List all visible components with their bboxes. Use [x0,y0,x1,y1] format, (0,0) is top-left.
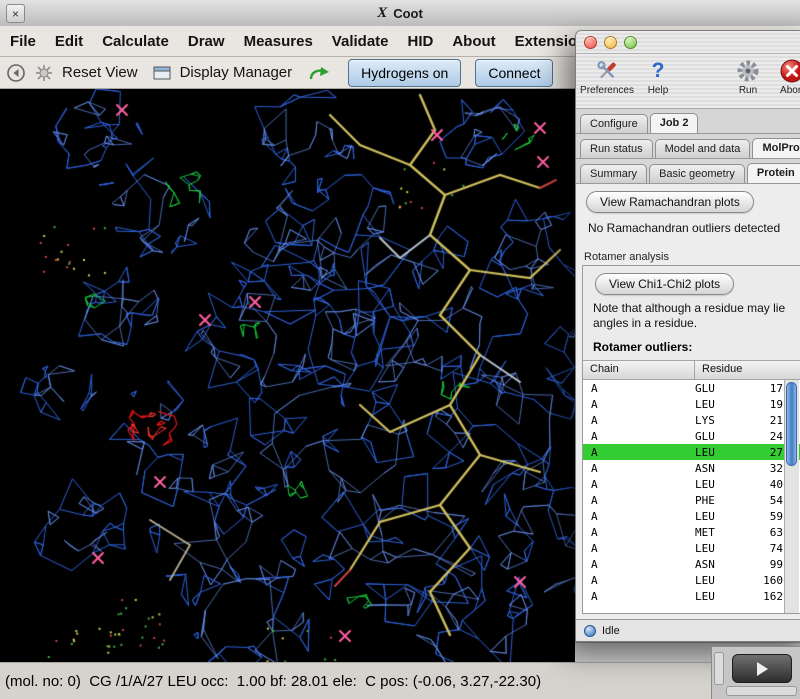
display-manager-button[interactable]: Display Manager [180,64,293,81]
atom-status-text: (mol. no: 0) CG /1/A/27 LEU occ: 1.00 bf… [5,673,541,690]
scrollbar-thumb[interactable] [786,382,797,466]
table-header: Chain Residue [583,361,800,380]
coot-titlebar: × X Coot [0,0,800,27]
menu-about[interactable]: About [452,33,495,50]
tab-summary[interactable]: Summary [580,164,647,183]
table-row[interactable]: ALEU162 [583,588,800,604]
run-label: Run [739,85,757,96]
menu-measures[interactable]: Measures [244,33,313,50]
rotamer-note-line2: angles in a residue. [593,316,800,331]
ramachandran-note: No Ramachandran outliers detected [588,221,800,235]
display-manager-icon[interactable] [152,64,172,82]
abort-icon [779,57,800,84]
tab-run-status[interactable]: Run status [580,139,653,158]
column-header-residue[interactable]: Residue [695,361,800,380]
view-ramachandran-plots-button[interactable]: View Ramachandran plots [586,191,754,213]
mac-titlebar[interactable] [576,31,800,54]
section-tabs: Summary Basic geometry Protein C [576,159,800,184]
column-header-chain[interactable]: Chain [583,361,695,380]
abort-button[interactable]: Abort [774,57,800,96]
table-row[interactable]: ALEU27 [583,444,800,460]
tab-model-and-data[interactable]: Model and data [655,139,751,158]
idle-status-text: Idle [602,625,620,637]
tab-configure[interactable]: Configure [580,114,648,133]
mini-horizontal-scrollbar[interactable] [726,686,797,696]
coot-status-bar: (mol. no: 0) CG /1/A/27 LEU occ: 1.00 bf… [0,662,800,699]
zoom-traffic-light[interactable] [624,36,637,49]
status-sphere-icon [584,625,596,637]
table-row[interactable]: ALEU19 [583,396,800,412]
table-row[interactable]: AGLU17 [583,380,800,396]
help-button[interactable]: ? Help [640,57,676,96]
run-button[interactable]: Run [730,57,766,96]
validation-status-bar: Idle [576,619,800,641]
close-traffic-light[interactable] [584,36,597,49]
table-scrollbar[interactable] [784,380,799,613]
tab-protein[interactable]: Protein [747,163,800,183]
minimize-traffic-light[interactable] [604,36,617,49]
view-chi1-chi2-plots-button[interactable]: View Chi1-Chi2 plots [595,273,734,295]
mini-control-panel [711,646,800,699]
table-row[interactable]: ALYS21 [583,412,800,428]
menu-validate[interactable]: Validate [332,33,389,50]
hydrogens-toggle-button[interactable]: Hydrogens on [348,59,461,87]
window-title-text: Coot [393,6,423,21]
menu-draw[interactable]: Draw [188,33,225,50]
validation-window: Preferences ? Help Run Abort Configur [575,30,800,642]
validation-toolbar: Preferences ? Help Run Abort [576,54,800,109]
rotamer-outliers-table: Chain Residue AGLU17ALEU19ALYS21AGLU24AL… [583,360,800,613]
table-row[interactable]: AGLU24 [583,428,800,444]
rotamer-outliers-label: Rotamer outliers: [593,340,800,354]
preferences-label: Preferences [580,85,634,96]
gear-icon [735,57,761,84]
table-row[interactable]: ALEU59 [583,508,800,524]
preferences-button[interactable]: Preferences [582,57,632,96]
job-tabs: Configure Job 2 [576,109,800,134]
table-row[interactable]: ALEU74 [583,540,800,556]
back-icon[interactable] [6,63,26,83]
reset-view-icon[interactable] [34,63,54,83]
rotamer-analysis-label: Rotamer analysis [584,251,800,263]
table-row[interactable]: APHE54 [583,492,800,508]
play-icon [757,662,768,676]
table-row[interactable]: ALEU40 [583,476,800,492]
go-arrow-icon[interactable] [308,64,332,82]
mini-vertical-scrollbar[interactable] [714,652,724,685]
menu-calculate[interactable]: Calculate [102,33,169,50]
x11-logo-icon: X [377,5,387,22]
menu-edit[interactable]: Edit [55,33,83,50]
connect-toggle-button[interactable]: Connect [475,59,553,87]
tab-job-2[interactable]: Job 2 [650,113,699,133]
protein-tab-content: View Ramachandran plots No Ramachandran … [576,184,800,619]
abort-label: Abort [780,85,800,96]
rotamer-analysis-panel: View Chi1-Chi2 plots Note that although … [582,265,800,614]
menu-file[interactable]: File [10,33,36,50]
data-tabs: Run status Model and data MolProbity [576,134,800,159]
tab-basic-geometry[interactable]: Basic geometry [649,164,745,183]
menu-hid[interactable]: HID [408,33,434,50]
rotamer-note-line1: Note that although a residue may lie [593,301,800,316]
window-title: X Coot [377,5,423,22]
question-icon: ? [652,57,665,84]
table-row[interactable]: AMET63 [583,524,800,540]
tab-molprobity[interactable]: MolProbity [752,138,800,158]
reset-view-button[interactable]: Reset View [62,64,138,81]
close-window-icon[interactable]: × [6,4,25,23]
play-button[interactable] [732,654,792,683]
table-row[interactable]: ALEU160 [583,572,800,588]
table-row[interactable]: AASN32 [583,460,800,476]
table-row[interactable]: AASN99 [583,556,800,572]
help-label: Help [648,85,669,96]
tools-icon [594,57,620,84]
table-body: AGLU17ALEU19ALYS21AGLU24ALEU27AASN32ALEU… [583,380,800,613]
